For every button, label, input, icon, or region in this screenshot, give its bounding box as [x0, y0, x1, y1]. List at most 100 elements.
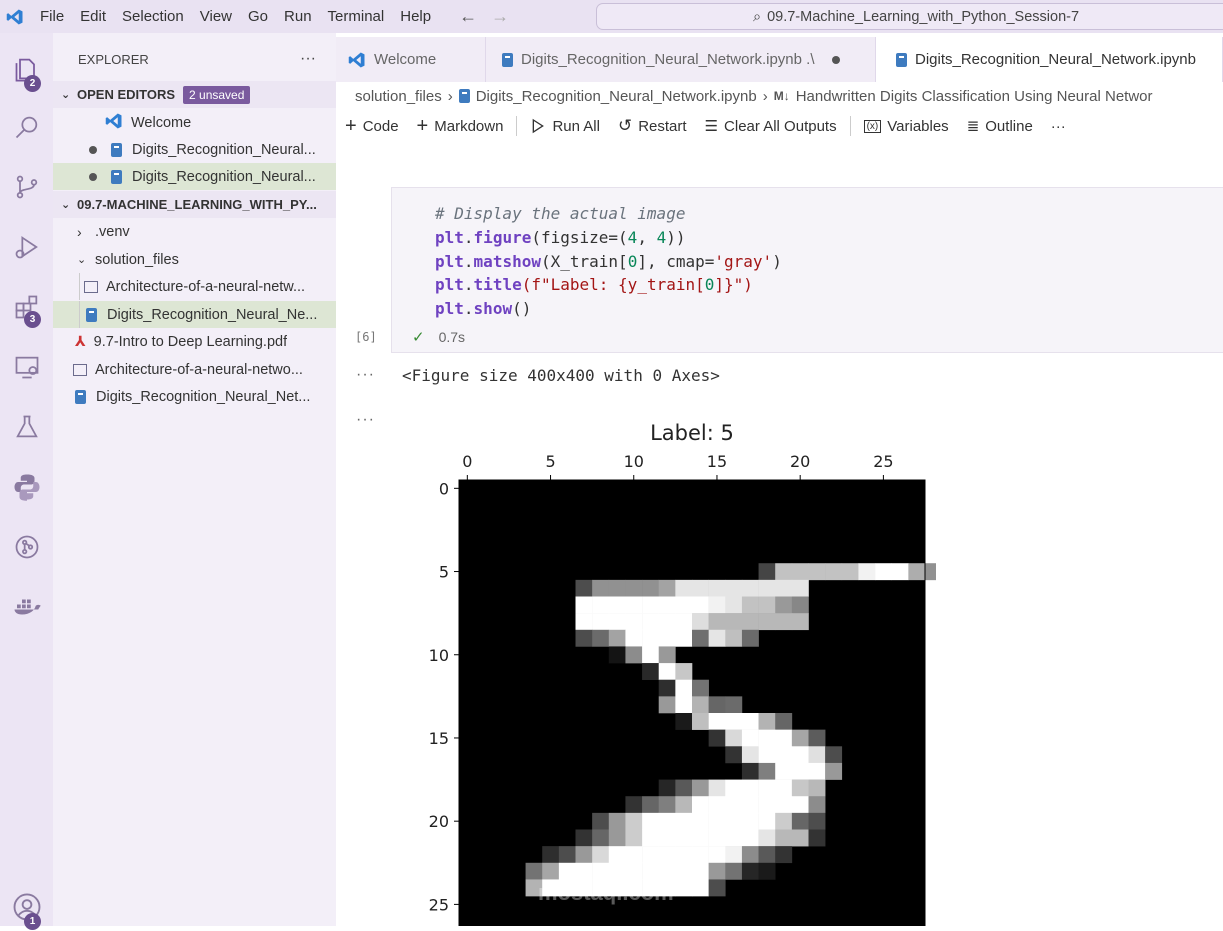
remote-explorer-icon[interactable]: [0, 343, 53, 391]
heatmap-cell: [725, 846, 743, 864]
breadcrumb-file[interactable]: Digits_Recognition_Neural_Network.ipynb: [476, 88, 757, 105]
outline-button[interactable]: ≣ Outline: [958, 117, 1042, 136]
breadcrumb-section[interactable]: Handwritten Digits Classification Using …: [796, 88, 1153, 105]
heatmap-cell: [592, 596, 610, 614]
heatmap-cell: [725, 696, 743, 714]
heatmap-cell: [592, 613, 610, 631]
explorer-more-button[interactable]: ···: [300, 50, 316, 68]
code-line: plt.show(): [435, 299, 532, 319]
heatmap-cell: [692, 613, 709, 631]
restart-icon: ↺: [617, 116, 633, 135]
unsaved-dot-icon[interactable]: [832, 55, 841, 64]
open-editor-welcome[interactable]: Welcome: [53, 109, 336, 136]
heatmap-cell: [675, 829, 693, 847]
heatmap-cell: [791, 762, 809, 780]
tree-item-label: Digits_Recognition_Neural_Ne...: [107, 306, 318, 323]
heatmap-cell: [791, 779, 809, 797]
tree-item-architecture-image-root[interactable]: Architecture-of-a-neural-netwo...: [53, 356, 336, 383]
heatmap-cell: [775, 713, 793, 730]
heatmap-cell: [825, 746, 843, 764]
tree-item-digits-notebook[interactable]: Digits_Recognition_Neural_Ne...: [53, 301, 336, 328]
pdf-file-icon: ⅄: [75, 333, 86, 349]
vscode-icon: [105, 112, 131, 134]
open-editor-notebook-2[interactable]: Digits_Recognition_Neural...: [53, 163, 336, 190]
more-actions-button[interactable]: ···: [1042, 118, 1075, 135]
heatmap-cell: [725, 713, 743, 730]
tree-item-venv[interactable]: › .venv: [53, 218, 336, 245]
menu-view[interactable]: View: [192, 0, 240, 33]
forward-arrow-icon[interactable]: →: [491, 6, 509, 27]
command-center[interactable]: ⌕ 09.7-Machine_Learning_with_Python_Sess…: [596, 3, 1223, 30]
run-debug-icon[interactable]: [0, 223, 53, 271]
menu-file[interactable]: File: [32, 0, 72, 33]
add-code-button[interactable]: + Code: [345, 115, 408, 138]
extensions-icon[interactable]: 3: [0, 283, 53, 331]
testing-icon[interactable]: [0, 403, 53, 451]
heatmap-cell: [608, 829, 626, 847]
open-editor-label: Welcome: [131, 114, 192, 131]
open-editor-notebook-1[interactable]: Digits_Recognition_Neural...: [53, 136, 336, 163]
variables-button[interactable]: (x) Variables: [855, 118, 958, 135]
menu-help[interactable]: Help: [392, 0, 439, 33]
back-arrow-icon[interactable]: ←: [459, 6, 477, 27]
code-editor[interactable]: # Display the actual image plt.figure(fi…: [435, 202, 782, 321]
heatmap-cell: [658, 679, 676, 697]
clear-all-outputs-button[interactable]: ☰ Clear All Outputs: [696, 117, 846, 136]
heatmap-cell: [725, 729, 743, 747]
output-more-button[interactable]: ···: [356, 366, 375, 384]
add-code-label: Code: [362, 117, 399, 135]
add-markdown-button[interactable]: + Markdown: [408, 115, 513, 138]
heatmap-cell: [658, 596, 676, 614]
docker-icon[interactable]: [0, 583, 53, 631]
heatmap-cell: [558, 862, 576, 880]
git-graph-icon[interactable]: [0, 523, 53, 571]
vscode-logo-icon[interactable]: [0, 0, 30, 33]
source-control-icon[interactable]: [0, 163, 53, 211]
heatmap-cell: [592, 629, 610, 647]
breadcrumb-folder[interactable]: solution_files: [355, 88, 442, 105]
restart-label: Restart: [638, 117, 687, 135]
tab-notebook-2[interactable]: Digits_Recognition_Neural_Network.ipynb: [876, 37, 1223, 82]
execution-count: [6]: [355, 330, 377, 344]
activity-bar: 2 3 1: [0, 33, 53, 930]
notebook-icon: [896, 52, 907, 67]
open-editors-header[interactable]: ⌄ OPEN EDITORS 2 unsaved: [53, 81, 336, 108]
restart-button[interactable]: ↺ Restart: [609, 116, 696, 136]
folder-header[interactable]: ⌄ 09.7-MACHINE_LEARNING_WITH_PY...: [53, 191, 336, 218]
code-cell[interactable]: # Display the actual image plt.figure(fi…: [391, 187, 1223, 353]
heatmap-cell: [808, 746, 826, 764]
heatmap-cell: [642, 579, 660, 597]
menu-run[interactable]: Run: [276, 0, 320, 33]
heatmap-cell: [775, 812, 793, 830]
heatmap-cell: [708, 812, 726, 830]
heatmap-cell: [725, 579, 743, 597]
account-icon[interactable]: 1: [0, 883, 53, 931]
heatmap-cell: [791, 746, 809, 764]
heatmap-cell: [608, 862, 626, 880]
heatmap-cell: [692, 579, 709, 597]
tab-notebook-1[interactable]: Digits_Recognition_Neural_Network.ipynb …: [486, 37, 876, 82]
tree-item-pdf[interactable]: ⅄ 9.7-Intro to Deep Learning.pdf: [53, 328, 336, 355]
run-all-icon: [533, 118, 545, 134]
menu-selection[interactable]: Selection: [114, 0, 192, 33]
tree-item-architecture-image[interactable]: Architecture-of-a-neural-netw...: [53, 273, 336, 300]
heatmap-cell: [758, 746, 776, 764]
heatmap-cell: [675, 579, 693, 597]
python-icon[interactable]: [0, 463, 53, 511]
run-all-button[interactable]: Run All: [521, 118, 609, 135]
menu-go[interactable]: Go: [240, 0, 276, 33]
explorer-icon[interactable]: 2: [0, 45, 53, 93]
tree-item-solution-files[interactable]: ⌄ solution_files: [53, 246, 336, 273]
tab-welcome[interactable]: Welcome: [336, 37, 486, 82]
heatmap-cell: [658, 613, 676, 631]
heatmap-cell: [525, 862, 543, 880]
search-view-icon[interactable]: [0, 103, 53, 151]
output-more-button[interactable]: ···: [356, 411, 375, 429]
menu-edit[interactable]: Edit: [72, 0, 114, 33]
heatmap-cell: [758, 762, 776, 780]
tree-item-digits-notebook-root[interactable]: Digits_Recognition_Neural_Net...: [53, 383, 336, 410]
open-editor-label: Digits_Recognition_Neural...: [132, 141, 316, 158]
heatmap-cell: [725, 746, 743, 764]
heatmap-cell: [542, 846, 560, 864]
menu-terminal[interactable]: Terminal: [320, 0, 393, 33]
